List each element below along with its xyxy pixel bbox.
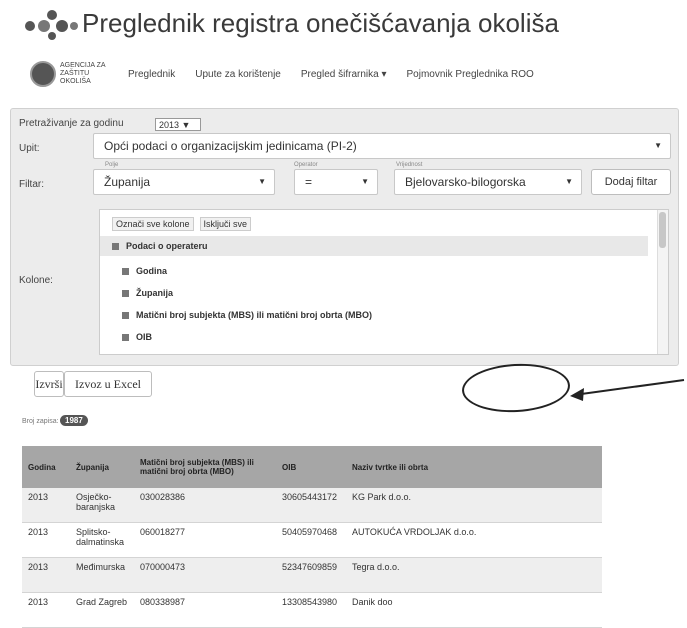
scrollbar-thumb[interactable] (659, 212, 666, 248)
column-group-label: Podaci o operateru (126, 241, 208, 251)
cell: KG Park d.o.o. (346, 488, 602, 523)
column-header[interactable]: Matični broj subjekta (MBS) ili matični … (134, 446, 276, 488)
column-item-mbs[interactable]: Matični broj subjekta (MBS) ili matični … (122, 310, 372, 320)
query-panel: Pretraživanje za godinu 2013 ▼ Upit: Opć… (10, 108, 679, 366)
operator-label: Operator (294, 162, 318, 168)
checkbox-icon (122, 334, 129, 342)
cell: AUTOKUĆA VRDOLJAK d.o.o. (346, 522, 602, 558)
cell: 30605443172 (276, 488, 346, 523)
cell: Osječko-baranjska (70, 488, 134, 523)
vrijednost-select[interactable]: Bjelovarsko-bilogorska ▼ (394, 169, 582, 195)
vrijednost-value: Bjelovarsko-bilogorska (405, 175, 526, 189)
column-header[interactable]: Županija (70, 446, 134, 488)
record-count-badge: 1987 (60, 415, 88, 426)
cell: 2013 (22, 522, 70, 558)
cell: Tegra d.o.o. (346, 557, 602, 593)
cell: 060018277 (134, 522, 276, 558)
add-filter-button[interactable]: Dodaj filtar (591, 169, 671, 195)
checkbox-icon (122, 312, 129, 320)
polje-value: Županija (104, 175, 151, 189)
agency-seal-icon (30, 61, 56, 87)
columns-list: Označi sve kolone Isključi sve Podaci o … (99, 209, 669, 355)
caret-down-icon: ▼ (258, 177, 266, 186)
upit-select[interactable]: Opći podaci o organizacijskim jedinicama… (93, 133, 671, 159)
checkbox-icon (122, 290, 129, 298)
column-item-zupanija[interactable]: Županija (122, 288, 173, 298)
table-row[interactable]: 2013 Splitsko-dalmatinska 060018277 5040… (22, 522, 602, 558)
deselect-all-button[interactable]: Isključi sve (199, 217, 252, 231)
checkbox-icon (122, 268, 129, 276)
cell: Međimurska (70, 557, 134, 593)
upit-label: Upit: (19, 143, 40, 154)
nav-upute[interactable]: Upute za korištenje (195, 69, 281, 80)
column-item-oib[interactable]: OIB (122, 332, 152, 342)
columns-scrollbar[interactable] (657, 210, 668, 354)
operator-select[interactable]: = ▼ (294, 169, 378, 195)
caret-down-icon: ▼ (361, 177, 369, 186)
cell: Splitsko-dalmatinska (70, 522, 134, 558)
export-excel-button[interactable]: Izvoz u Excel (64, 371, 152, 397)
table-row[interactable]: 2013 Osječko-baranjska 030028386 3060544… (22, 488, 602, 523)
column-item-godina[interactable]: Godina (122, 266, 167, 276)
agency-name-line1: AGENCIJA ZA (60, 62, 106, 69)
record-count-label: Broj zapisa: (22, 418, 59, 425)
cell: 080338987 (134, 592, 276, 628)
caret-down-icon: ▼ (565, 177, 573, 186)
caret-down-icon: ▼ (654, 141, 662, 150)
polje-select[interactable]: Županija ▼ (93, 169, 275, 195)
vrijednost-label: Vrijednost (396, 162, 423, 168)
cell: 52347609859 (276, 557, 346, 593)
year-label: Pretraživanje za godinu (19, 118, 124, 129)
year-select[interactable]: 2013 ▼ (155, 118, 201, 131)
select-all-columns-button[interactable]: Označi sve kolone (112, 217, 194, 231)
nav-pojmovnik[interactable]: Pojmovnik Preglednika ROO (407, 69, 534, 80)
table-header-row: Godina Županija Matični broj subjekta (M… (22, 446, 602, 488)
cell: 13308543980 (276, 592, 346, 628)
annotation-oval (460, 361, 572, 415)
kolone-label: Kolone: (19, 275, 53, 286)
cell: 2013 (22, 557, 70, 593)
run-button[interactable]: Izvrši (34, 371, 64, 397)
column-header[interactable]: Godina (22, 446, 70, 488)
table-row[interactable]: 2013 Grad Zagreb 080338987 13308543980 D… (22, 592, 602, 628)
cell: 50405970468 (276, 522, 346, 558)
cell: 2013 (22, 592, 70, 628)
annotation-arrow-icon (570, 379, 685, 401)
operator-value: = (305, 175, 313, 189)
cell: 2013 (22, 488, 70, 523)
title-row: Preglednik registra onečišćavanja okoliš… (22, 6, 559, 40)
column-group-header[interactable]: Podaci o operateru (100, 236, 648, 256)
polje-label: Polje (105, 162, 119, 168)
column-header[interactable]: OIB (276, 446, 346, 488)
page-title: Preglednik registra onečišćavanja okoliš… (82, 7, 559, 38)
cell: 070000473 (134, 557, 276, 593)
cell: Danik doo (346, 592, 602, 628)
nav-sifrarnici-dropdown[interactable]: Pregled šifrarnika ▾ (301, 69, 387, 80)
cell: 030028386 (134, 488, 276, 523)
agency-logo[interactable]: AGENCIJA ZA ZAŠTITU OKOLIŠA (30, 61, 114, 87)
navbar: AGENCIJA ZA ZAŠTITU OKOLIŠA Preglednik U… (30, 60, 554, 88)
nav-preglednik[interactable]: Preglednik (128, 69, 175, 80)
filtar-label: Filtar: (19, 179, 44, 190)
agency-name-line2: ZAŠTITU OKOLIŠA (60, 70, 91, 85)
upit-value: Opći podaci o organizacijskim jedinicama… (104, 139, 357, 153)
column-header[interactable]: Naziv tvrtke ili obrta (346, 446, 602, 488)
results-table: Godina Županija Matični broj subjekta (M… (22, 446, 602, 628)
roo-logo-icon (22, 6, 78, 40)
checkbox-icon (112, 243, 119, 251)
table-row[interactable]: 2013 Međimurska 070000473 52347609859 Te… (22, 557, 602, 593)
cell: Grad Zagreb (70, 592, 134, 628)
